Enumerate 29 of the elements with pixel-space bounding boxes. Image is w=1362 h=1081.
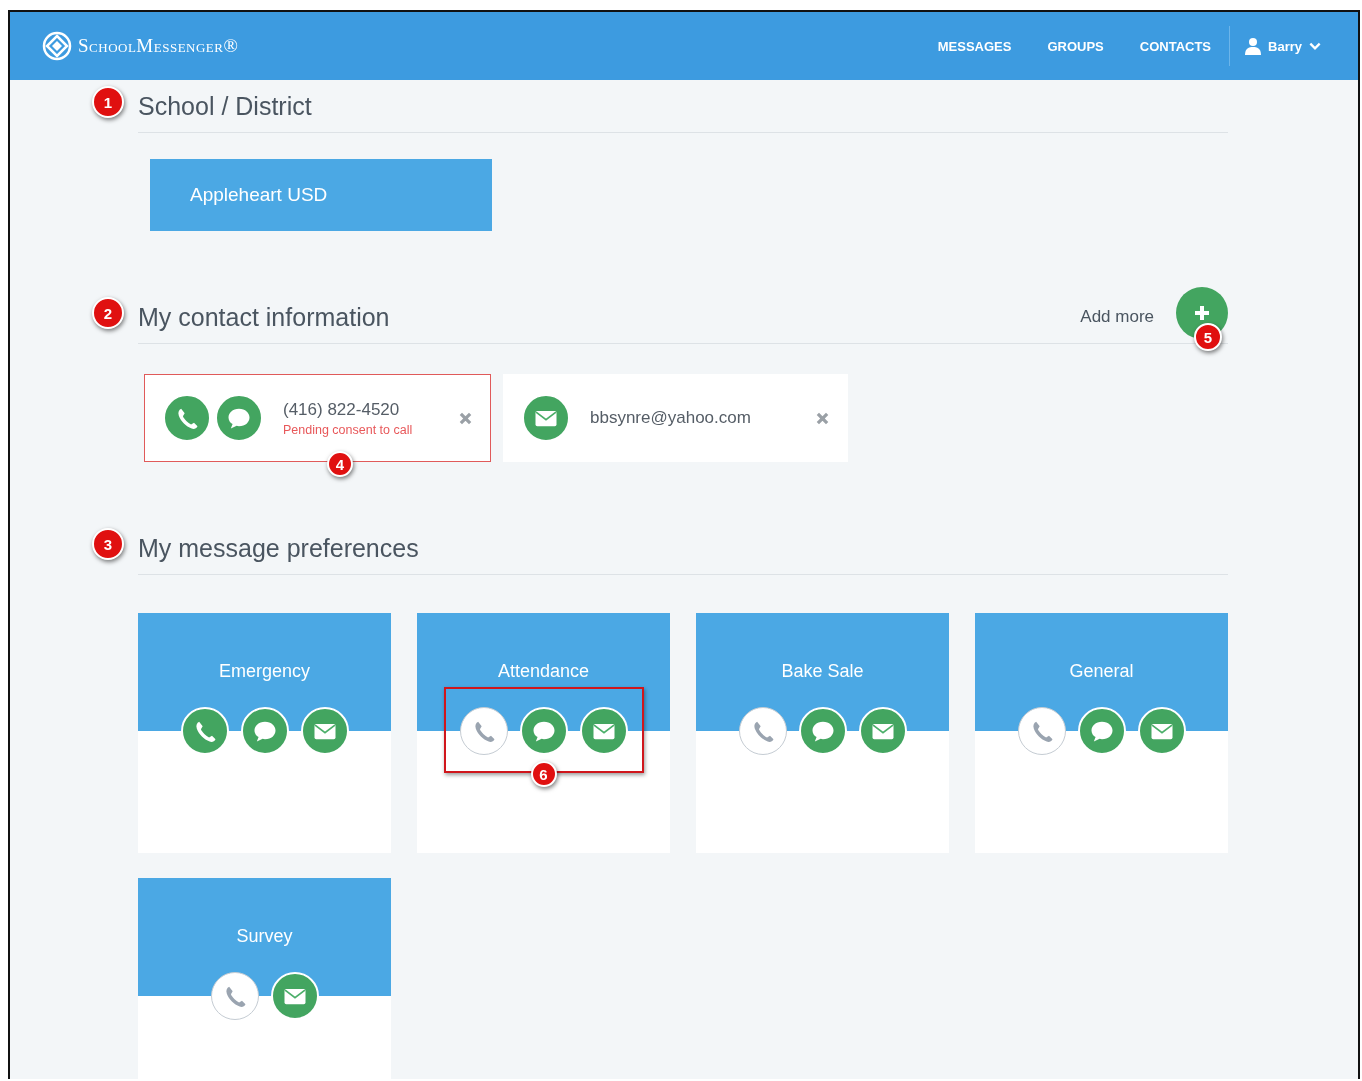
category-name: Attendance [497,661,590,683]
consent-note: Pending consent to call [283,422,414,437]
callout-number: 5 [1194,323,1222,351]
category-name: General [1069,661,1134,683]
logo-text: SchoolMessenger® [78,35,239,57]
nav-link[interactable]: MESSAGES [937,38,1012,54]
nav-link[interactable]: GROUPS [1047,38,1104,54]
category-name: Bake Sale [781,661,864,683]
logo-icon [42,31,72,61]
callout-number: 3 [92,528,124,560]
callout-number: 4 [327,451,353,477]
plus-icon [1194,305,1210,321]
contact-value: bbsynre@yahoo.com [590,408,752,428]
remove-icon[interactable] [459,411,472,425]
school-button[interactable]: Appleheart USD [150,159,492,231]
nav-link[interactable]: CONTACTS [1139,38,1212,54]
category-name: Emergency [218,661,310,683]
section-title: My message preferences [138,533,419,563]
section-title: School / District [138,91,312,121]
section-title: My contact information [138,302,390,332]
contact-value: (416) 822-4520 [283,399,401,420]
callout-number: 2 [92,297,124,329]
add-more-label: Add more [1080,307,1154,327]
user-menu[interactable]: Barry [1244,37,1322,55]
callout-number: 6 [530,761,557,787]
user-icon [1244,37,1263,55]
category-name: Survey [236,926,293,948]
callout-number: 1 [92,86,124,118]
remove-icon[interactable] [816,411,829,425]
